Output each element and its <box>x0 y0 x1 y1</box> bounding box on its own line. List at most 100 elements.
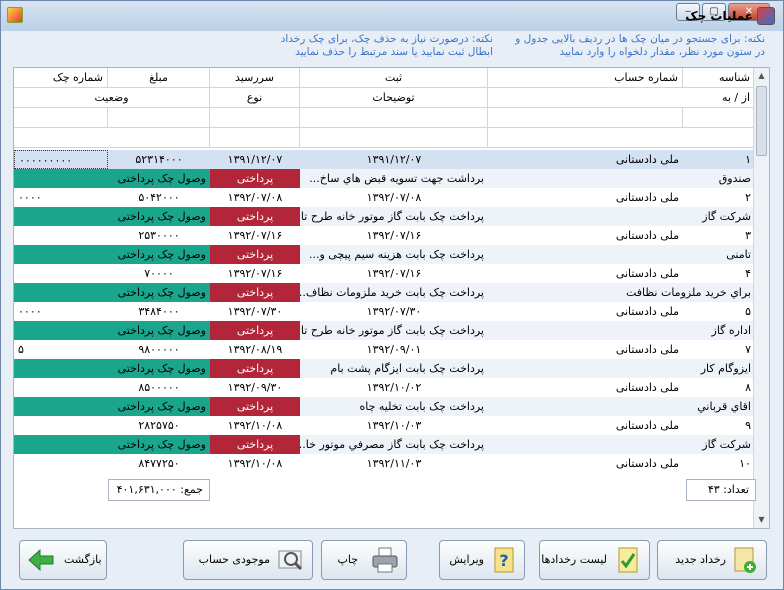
scroll-down-icon[interactable]: ▼ <box>754 512 769 528</box>
filter-cheque-no[interactable] <box>14 108 108 128</box>
header-account[interactable]: شماره حساب <box>488 68 683 88</box>
cell-type[interactable]: پرداختی <box>210 283 300 302</box>
filter-account[interactable] <box>488 108 683 128</box>
cell-amount[interactable]: ۵۲۳۱۴۰۰۰ <box>108 150 210 169</box>
filter-status[interactable] <box>14 128 210 148</box>
cell-account[interactable]: ملی دادستانی <box>488 340 683 359</box>
cell-amount[interactable]: ۸۵۰۰۰۰۰ <box>108 378 210 397</box>
cell-from-to[interactable]: براي خريد ملزومات نظافت <box>488 283 755 302</box>
cell-cheque-no[interactable] <box>14 416 108 435</box>
cell-account[interactable]: ملی دادستانی <box>488 416 683 435</box>
cell-type[interactable]: پرداختی <box>210 435 300 454</box>
cell-cheque-no[interactable] <box>14 454 108 473</box>
cell-due-date[interactable]: ۱۳۹۲/۱۰/۰۸ <box>210 416 300 435</box>
cell-description[interactable]: برداشت جهت تسویه قبض هاي ساخ... <box>300 169 488 188</box>
cell-reg-date[interactable]: ۱۳۹۱/۱۲/۰۷ <box>300 150 488 169</box>
cell-type[interactable]: پرداختی <box>210 169 300 188</box>
cell-from-to[interactable]: اداره گاز <box>488 321 755 340</box>
cell-id[interactable]: ۸ <box>683 378 755 397</box>
cell-description[interactable]: پرداخت چک بابت گاز موتور خانه طرح تا... <box>300 207 488 226</box>
cell-reg-date[interactable]: ۱۳۹۲/۱۰/۰۳ <box>300 416 488 435</box>
cell-reg-date[interactable]: ۱۳۹۲/۰۷/۰۸ <box>300 188 488 207</box>
cell-status[interactable]: وصول چک پرداختی <box>14 321 210 340</box>
cell-status[interactable]: وصول چک پرداختی <box>14 169 210 188</box>
cell-reg-date[interactable]: ۱۳۹۲/۱۰/۰۲ <box>300 378 488 397</box>
account-balance-button[interactable]: موجودی حساب <box>183 540 313 580</box>
cell-due-date[interactable]: ۱۳۹۱/۱۲/۰۷ <box>210 150 300 169</box>
cell-description[interactable]: پرداخت چک بابت تخليه چاه <box>300 397 488 416</box>
cell-due-date[interactable]: ۱۳۹۲/۰۸/۱۹ <box>210 340 300 359</box>
filter-from-to[interactable] <box>488 128 755 148</box>
filter-id[interactable] <box>683 108 755 128</box>
header-id[interactable]: شناسه <box>683 68 755 88</box>
cell-cheque-no[interactable]: ۰۰۰۰۰۰۰۰۰ <box>14 150 108 169</box>
cell-id[interactable]: ۹ <box>683 416 755 435</box>
events-list-button[interactable]: لیست رخدادها <box>539 540 650 580</box>
cell-account[interactable]: ملی دادستانی <box>488 302 683 321</box>
header-description[interactable]: توضیحات <box>300 88 488 108</box>
cell-due-date[interactable]: ۱۳۹۲/۰۷/۱۶ <box>210 226 300 245</box>
cell-type[interactable]: پرداختی <box>210 321 300 340</box>
cell-reg-date[interactable]: ۱۳۹۲/۰۷/۱۶ <box>300 264 488 283</box>
cell-from-to[interactable]: اقاي قرباني <box>488 397 755 416</box>
cell-cheque-no[interactable] <box>14 226 108 245</box>
cell-due-date[interactable]: ۱۳۹۲/۰۷/۳۰ <box>210 302 300 321</box>
cell-cheque-no[interactable]: ۰۰۰۰ <box>14 188 108 207</box>
cell-amount[interactable]: ۲۸۲۵۷۵۰ <box>108 416 210 435</box>
cell-reg-date[interactable]: ۱۳۹۲/۰۷/۳۰ <box>300 302 488 321</box>
cell-reg-date[interactable]: ۱۳۹۲/۱۱/۰۳ <box>300 454 488 473</box>
cell-type[interactable]: پرداختی <box>210 207 300 226</box>
print-button[interactable]: چاپ <box>321 540 407 580</box>
scroll-up-icon[interactable]: ▲ <box>754 68 769 84</box>
header-from-to[interactable]: از / به <box>488 88 755 108</box>
cell-cheque-no[interactable]: ۰۰۰۰ <box>14 302 108 321</box>
cell-account[interactable]: ملی دادستانی <box>488 226 683 245</box>
cell-status[interactable]: وصول چک پرداختی <box>14 207 210 226</box>
header-status[interactable]: وضعیت <box>14 88 210 108</box>
cell-id[interactable]: ۱۰ <box>683 454 755 473</box>
cell-status[interactable]: وصول چک پرداختی <box>14 283 210 302</box>
header-cheque-no[interactable]: شماره چک <box>14 68 108 88</box>
cell-type[interactable]: پرداختی <box>210 245 300 264</box>
header-reg-date[interactable]: ثبت <box>300 68 488 88</box>
cell-id[interactable]: ۷ <box>683 340 755 359</box>
cell-amount[interactable]: ۹۸۰۰۰۰۰ <box>108 340 210 359</box>
cell-from-to[interactable]: شركت گاز <box>488 435 755 454</box>
cell-type[interactable]: پرداختی <box>210 359 300 378</box>
filter-amount[interactable] <box>108 108 210 128</box>
cell-amount[interactable]: ۵۰۴۲۰۰۰ <box>108 188 210 207</box>
cell-description[interactable]: پرداخت چک بابت هزینه سیم پیچی و... <box>300 245 488 264</box>
cell-id[interactable]: ۳ <box>683 226 755 245</box>
cell-from-to[interactable]: شرکت گاز <box>488 207 755 226</box>
new-event-button[interactable]: رخداد جدید <box>657 540 767 580</box>
cell-account[interactable]: ملی دادستانی <box>488 150 683 169</box>
cell-amount[interactable]: ۸۴۷۷۲۵۰ <box>108 454 210 473</box>
scroll-thumb[interactable] <box>756 86 767 156</box>
vertical-scrollbar[interactable]: ▲ ▼ <box>753 68 769 528</box>
cell-id[interactable]: ۴ <box>683 264 755 283</box>
cell-id[interactable]: ۱ <box>683 150 755 169</box>
filter-reg[interactable] <box>300 108 488 128</box>
edit-button[interactable]: ? ویرایش <box>439 540 525 580</box>
cell-cheque-no[interactable]: ۵ <box>14 340 108 359</box>
cell-description[interactable]: پرداخت چک بابت گاز مصرفي موتور خا... <box>300 435 488 454</box>
filter-due[interactable] <box>210 108 300 128</box>
header-amount[interactable]: مبلغ <box>108 68 210 88</box>
header-due-date[interactable]: سررسید <box>210 68 300 88</box>
cell-description[interactable]: پرداخت چک بابت گاز موتور خانه طرح تا... <box>300 321 488 340</box>
cell-amount[interactable]: ۲۵۳۰۰۰۰ <box>108 226 210 245</box>
cell-id[interactable]: ۵ <box>683 302 755 321</box>
cell-cheque-no[interactable] <box>14 264 108 283</box>
cell-status[interactable]: وصول چک پرداختی <box>14 397 210 416</box>
cell-cheque-no[interactable] <box>14 378 108 397</box>
back-button[interactable]: بازگشت <box>19 540 107 580</box>
cell-amount[interactable]: ۷۰۰۰۰ <box>108 264 210 283</box>
cell-from-to[interactable]: تامنی <box>488 245 755 264</box>
filter-desc[interactable] <box>300 128 488 148</box>
cell-reg-date[interactable]: ۱۳۹۲/۰۷/۱۶ <box>300 226 488 245</box>
cell-due-date[interactable]: ۱۳۹۲/۰۷/۱۶ <box>210 264 300 283</box>
cell-status[interactable]: وصول چک پرداختی <box>14 245 210 264</box>
cell-status[interactable]: وصول چک پرداختی <box>14 435 210 454</box>
cheques-grid[interactable]: شناسه شماره حساب ثبت سررسید مبلغ شماره چ… <box>13 67 770 529</box>
header-type[interactable]: نوع <box>210 88 300 108</box>
